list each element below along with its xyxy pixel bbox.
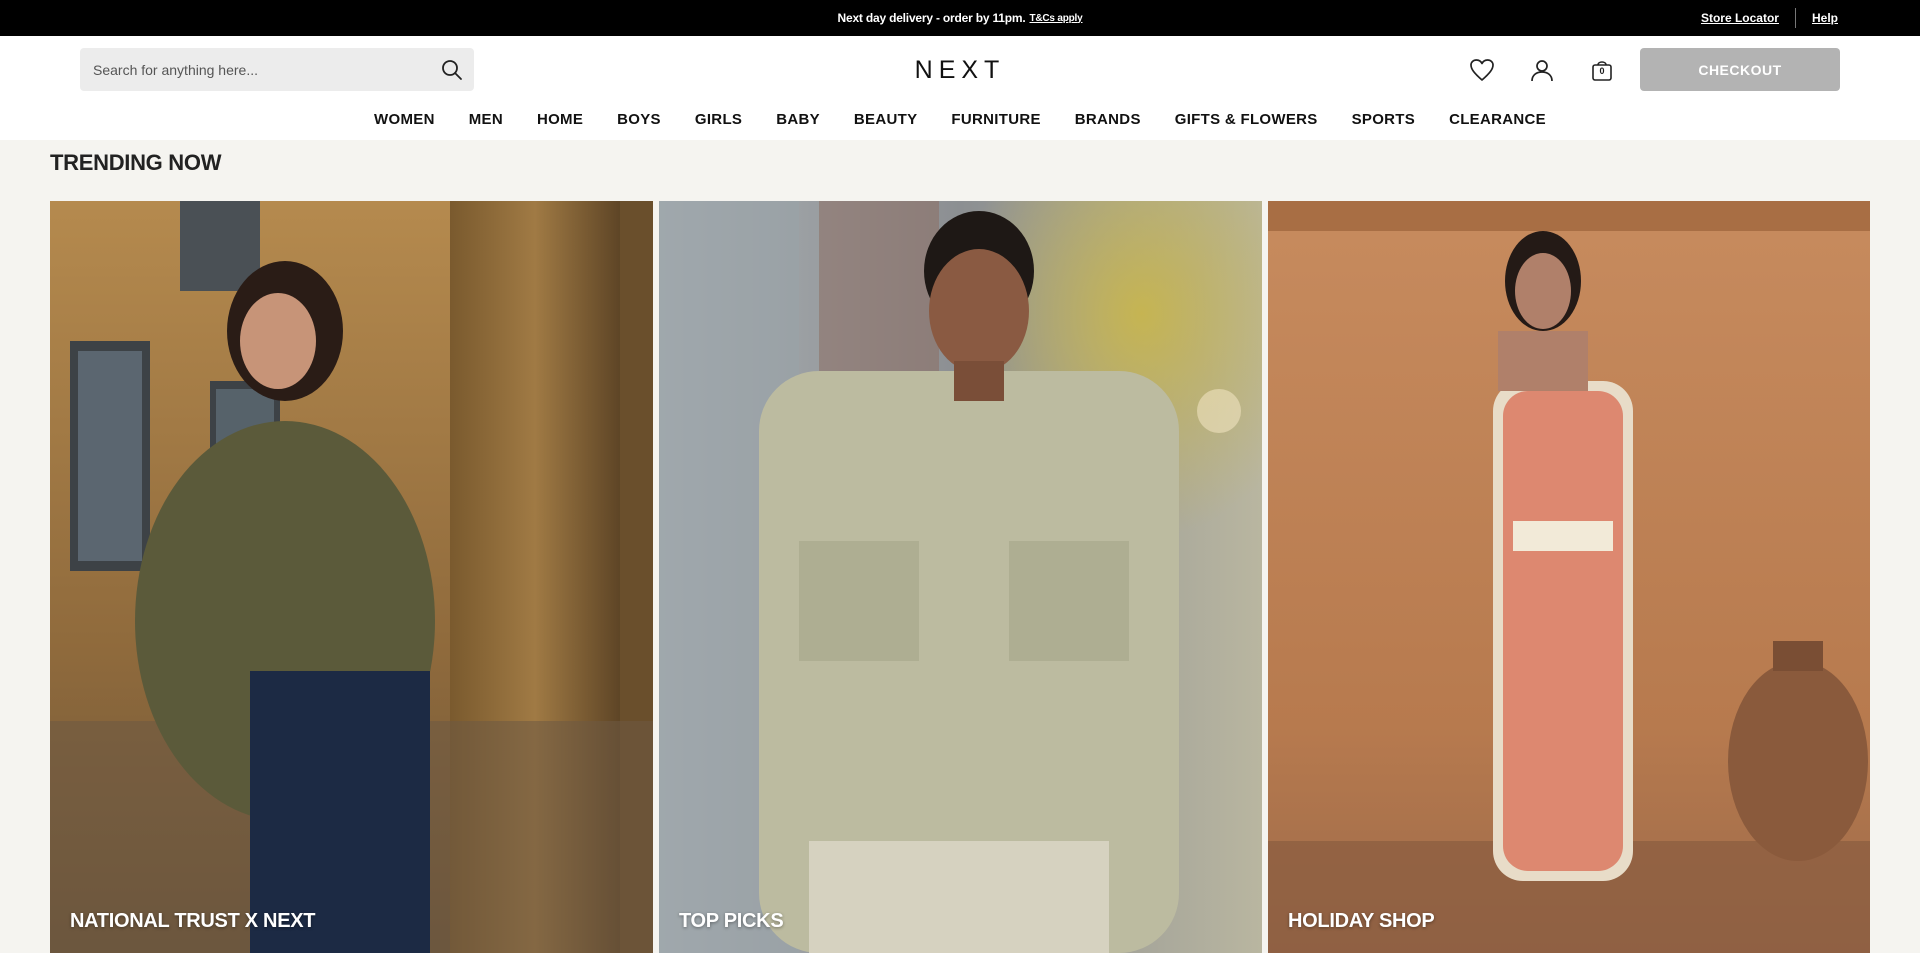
trending-tile-holiday-shop[interactable]: HOLIDAY SHOP [1268, 201, 1870, 953]
tile-label: TOP PICKS [679, 910, 784, 932]
nav-item-home[interactable]: HOME [520, 106, 600, 134]
nav-item-baby[interactable]: BABY [759, 106, 837, 134]
nav-item-clearance[interactable]: CLEARANCE [1432, 106, 1563, 134]
nav-item-sports[interactable]: SPORTS [1335, 106, 1432, 134]
top-picks-image [659, 201, 1262, 953]
heart-icon[interactable] [1468, 56, 1496, 84]
nav-item-beauty[interactable]: BEAUTY [837, 106, 934, 134]
terms-link[interactable]: T&Cs apply [1029, 13, 1082, 24]
promo-message: Next day delivery - order by 11pm. [837, 11, 1026, 25]
national-trust-image [50, 201, 653, 953]
trending-tile-national-trust[interactable]: NATIONAL TRUST X NEXT [50, 201, 653, 953]
nav-item-girls[interactable]: GIRLS [678, 106, 759, 134]
promo-bar: Next day delivery - order by 11pm. T&Cs … [0, 0, 1920, 36]
bag-icon[interactable]: 0 [1588, 56, 1616, 84]
promo-message-wrap: Next day delivery - order by 11pm. T&Cs … [0, 0, 1920, 36]
main-nav: WOMEN MEN HOME BOYS GIRLS BABY BEAUTY FU… [0, 106, 1920, 134]
checkout-button[interactable]: CHECKOUT [1640, 48, 1840, 91]
help-link[interactable]: Help [1812, 11, 1838, 25]
nav-item-furniture[interactable]: FURNITURE [934, 106, 1057, 134]
account-icon[interactable] [1528, 56, 1556, 84]
trending-title: TRENDING NOW [50, 150, 222, 175]
nav-item-gifts-flowers[interactable]: GIFTS & FLOWERS [1158, 106, 1335, 134]
bag-count: 0 [1599, 66, 1605, 76]
store-locator-link[interactable]: Store Locator [1701, 11, 1779, 25]
tile-label: NATIONAL TRUST X NEXT [70, 910, 316, 932]
tile-label: HOLIDAY SHOP [1288, 910, 1435, 932]
nav-item-brands[interactable]: BRANDS [1058, 106, 1158, 134]
site-header: NEXT 0 CHECKOUT WOMEN MEN HOME BOYS GIRL… [0, 36, 1920, 140]
trending-tile-top-picks[interactable]: TOP PICKS [659, 201, 1262, 953]
divider [1794, 8, 1796, 28]
site-logo[interactable]: NEXT [0, 56, 1920, 85]
nav-item-boys[interactable]: BOYS [600, 106, 678, 134]
utility-links: Store Locator Help [1701, 0, 1838, 36]
nav-item-women[interactable]: WOMEN [357, 106, 452, 134]
holiday-shop-image [1268, 201, 1870, 953]
nav-item-men[interactable]: MEN [452, 106, 520, 134]
